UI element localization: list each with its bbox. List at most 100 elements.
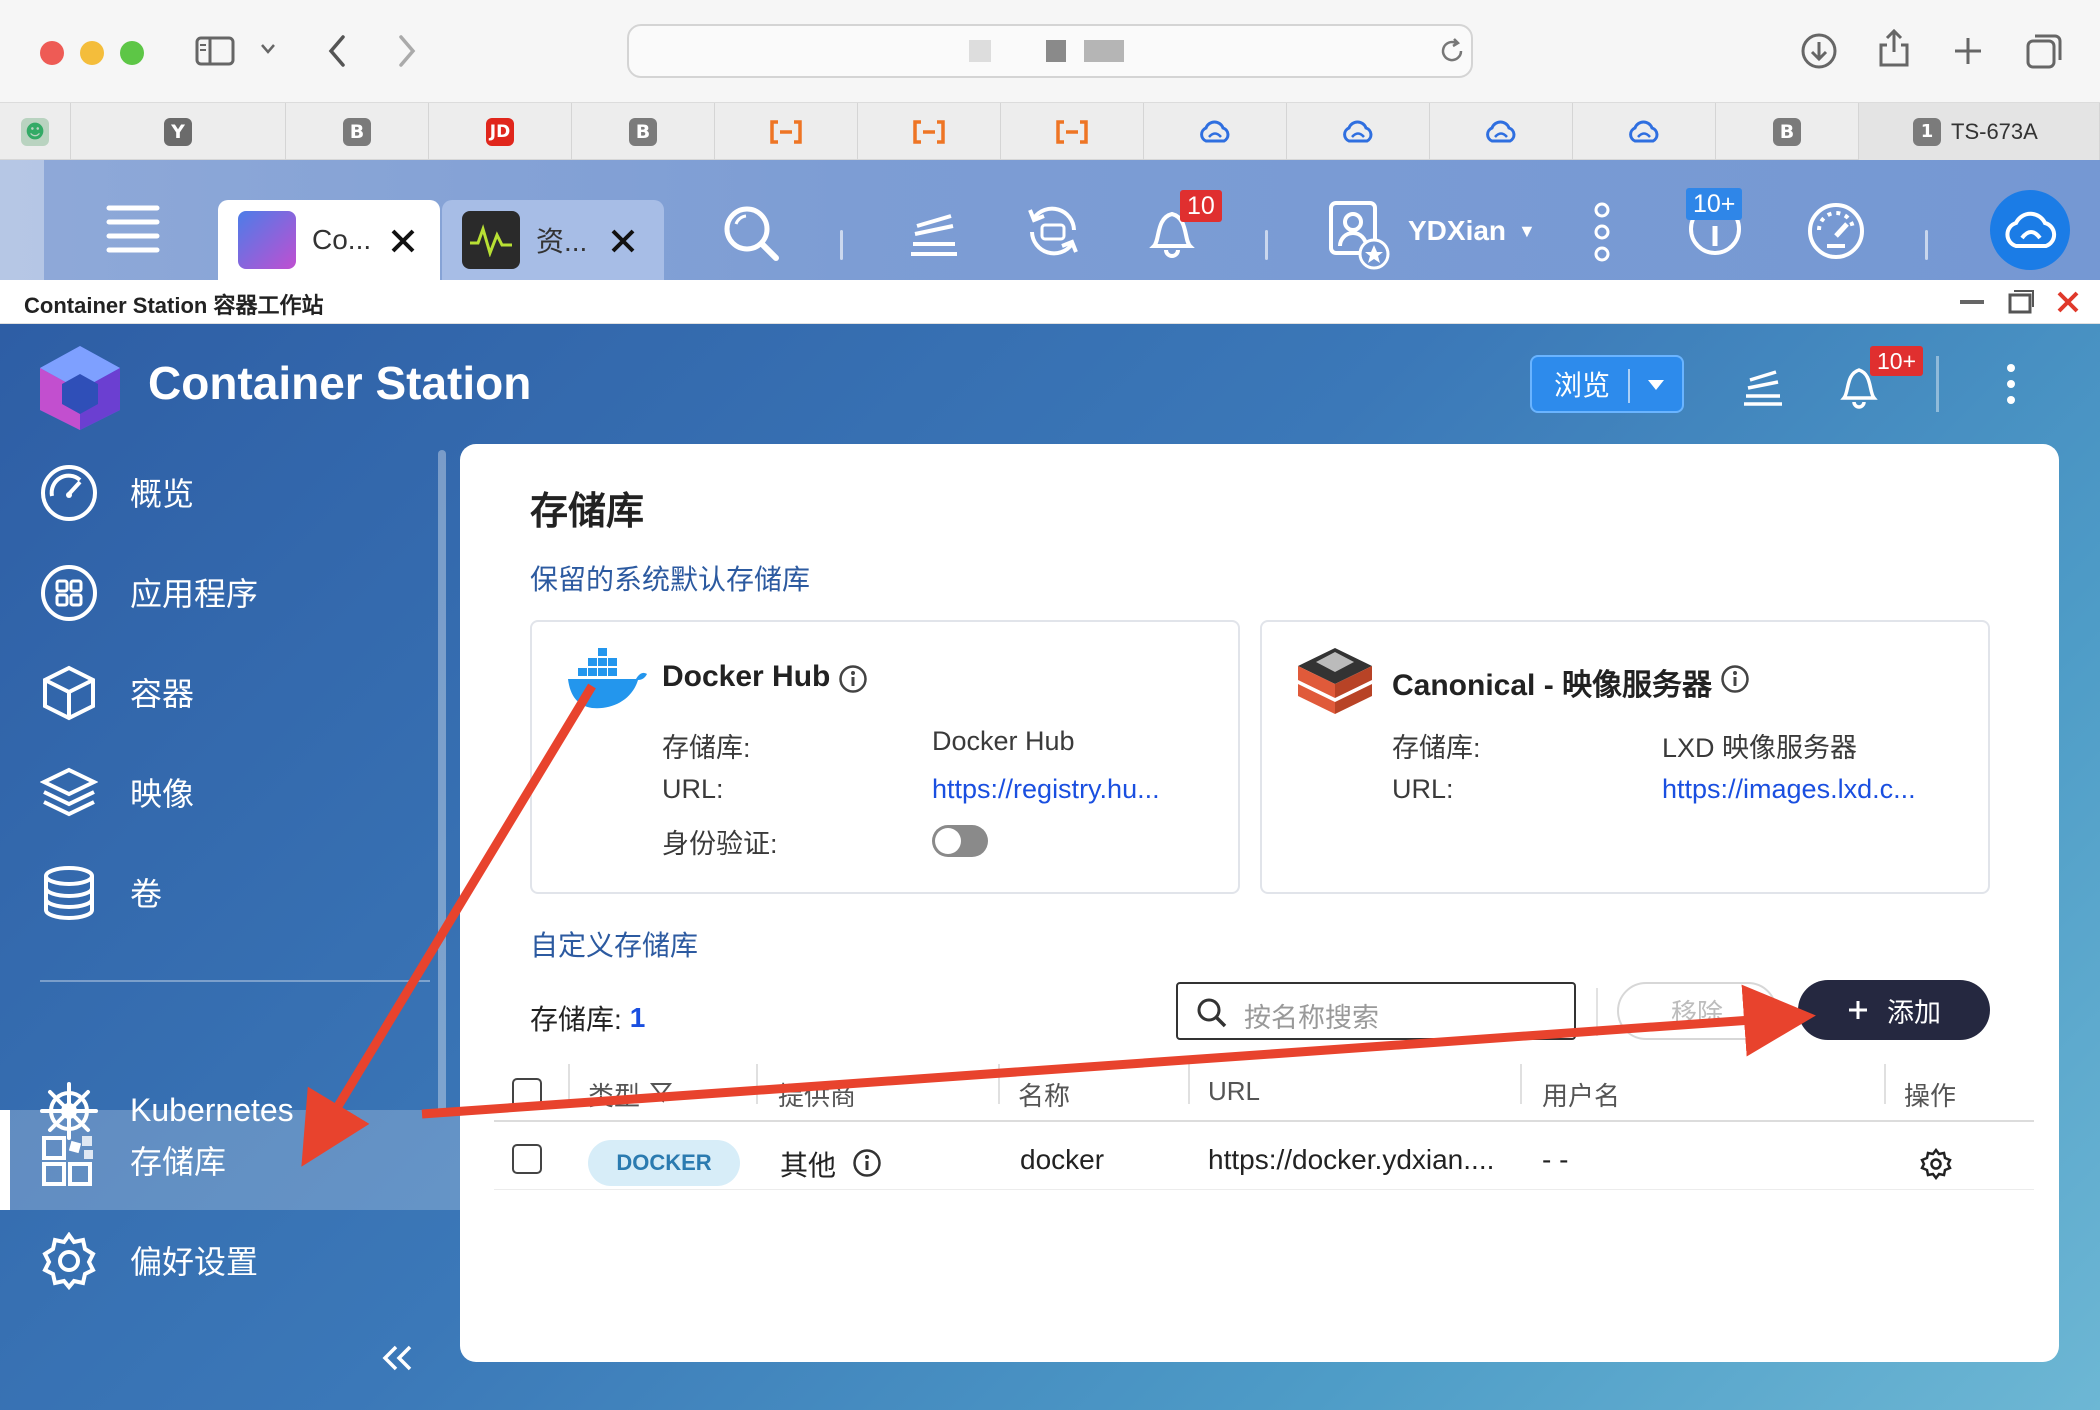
reload-icon[interactable] xyxy=(1437,36,1467,66)
favorite-item[interactable]: Y xyxy=(71,103,286,160)
column-divider xyxy=(1188,1064,1190,1104)
column-divider xyxy=(1884,1064,1886,1104)
layers-icon xyxy=(40,767,98,817)
collapse-sidebar-icon[interactable] xyxy=(380,1344,414,1372)
zoom-window-button[interactable] xyxy=(120,41,144,65)
active-tab[interactable]: 1 TS-673A xyxy=(1859,103,2100,160)
sync-icon[interactable] xyxy=(1022,200,1084,262)
close-icon[interactable] xyxy=(390,228,416,254)
myqnapcloud-icon[interactable] xyxy=(1990,190,2070,270)
column-header-provider[interactable]: 提供商 xyxy=(778,1076,856,1113)
search-icon[interactable] xyxy=(720,202,782,264)
favorite-item[interactable] xyxy=(1001,103,1144,160)
favorite-item[interactable]: ☻ xyxy=(0,103,71,160)
auth-toggle[interactable] xyxy=(932,825,988,857)
favorite-item[interactable]: JD xyxy=(429,103,572,160)
new-tab-icon[interactable] xyxy=(1952,35,1984,67)
chevron-down-icon[interactable] xyxy=(260,42,276,56)
column-header-type[interactable]: 类型 xyxy=(588,1076,640,1113)
close-icon[interactable] xyxy=(610,228,636,254)
info-icon[interactable] xyxy=(1720,664,1750,694)
sidebar-item-containers[interactable]: 容器 xyxy=(0,642,460,742)
favorite-item[interactable] xyxy=(1287,103,1430,160)
gear-icon[interactable] xyxy=(1920,1148,1952,1180)
sidebar-item-images[interactable]: 映像 xyxy=(0,742,460,842)
column-header-name[interactable]: 名称 xyxy=(1018,1076,1070,1113)
database-icon xyxy=(44,866,94,920)
filter-icon[interactable] xyxy=(650,1081,672,1103)
minimize-icon[interactable] xyxy=(1960,300,1984,304)
favorite-item[interactable]: B xyxy=(1716,103,1859,160)
maximize-icon[interactable] xyxy=(2008,289,2034,315)
tab-overview-icon[interactable] xyxy=(2025,32,2063,70)
bracket-orange-icon xyxy=(913,119,945,144)
share-icon[interactable] xyxy=(1877,28,1911,68)
sidebar-item-overview[interactable]: 概览 xyxy=(0,442,460,542)
url-link[interactable]: https://registry.hu... xyxy=(932,774,1160,805)
task-list-icon[interactable] xyxy=(905,204,963,260)
sidebar-item-label: 映像 xyxy=(130,776,195,812)
bilibili-icon: B xyxy=(629,117,657,146)
jd-icon: JD xyxy=(486,117,514,146)
caret-down-icon[interactable] xyxy=(1646,377,1666,393)
close-icon[interactable] xyxy=(2056,290,2080,314)
browse-button[interactable]: 浏览 xyxy=(1530,355,1684,413)
blurred-url-fragment xyxy=(1046,40,1066,62)
canonical-card[interactable]: Canonical - 映像服务器 存储库: LXD 映像服务器 URL: ht… xyxy=(1260,620,1990,894)
docker-whale-icon xyxy=(568,648,647,709)
favorite-item[interactable] xyxy=(1573,103,1716,160)
favorite-item[interactable] xyxy=(1430,103,1573,160)
docker-hub-card[interactable]: Docker Hub 存储库: Docker Hub URL: https://… xyxy=(530,620,1240,894)
taskbar-tab-container-station[interactable]: Co... xyxy=(218,200,440,280)
favorite-item[interactable] xyxy=(715,103,858,160)
info-icon[interactable] xyxy=(852,1148,882,1178)
more-vertical-icon[interactable] xyxy=(2004,362,2018,406)
sidebar-item-preferences[interactable]: 偏好设置 xyxy=(0,1210,460,1310)
sidebar-item-apps[interactable]: 应用程序 xyxy=(0,542,460,642)
info-icon[interactable] xyxy=(838,664,868,694)
type-badge: DOCKER xyxy=(588,1140,740,1186)
user-menu[interactable]: YDXian ▼ xyxy=(1408,215,1536,247)
select-all-checkbox[interactable] xyxy=(512,1078,542,1108)
column-divider xyxy=(998,1064,1000,1104)
sidebar-divider xyxy=(40,980,430,982)
favorite-item[interactable] xyxy=(1144,103,1287,160)
forward-icon[interactable] xyxy=(395,34,419,68)
sidebar-toggle-icon[interactable] xyxy=(195,36,235,66)
sidebar-item-volumes[interactable]: 卷 xyxy=(0,842,460,942)
divider xyxy=(1596,988,1598,1036)
taskbar-tab-resource-monitor[interactable]: 资... xyxy=(442,200,664,280)
close-window-button[interactable] xyxy=(40,41,64,65)
window-titlebar: Container Station 容器工作站 xyxy=(0,280,2100,324)
minimize-window-button[interactable] xyxy=(80,41,104,65)
tab-index-badge: 1 xyxy=(1913,117,1941,146)
bilibili-icon: B xyxy=(1773,117,1801,146)
container-station-app: Container Station 浏览 10+ 概览 应用程序 容器 映像 卷… xyxy=(0,324,2100,1410)
apps-icon xyxy=(41,565,97,621)
window-title: Container Station 容器工作站 xyxy=(24,293,324,318)
favorites-bar: ☻ Y B JD B B 1 TS-673A xyxy=(0,103,2100,160)
more-options-icon[interactable] xyxy=(1592,200,1612,264)
download-icon[interactable] xyxy=(1800,32,1838,70)
task-list-icon[interactable] xyxy=(1740,362,1786,408)
favorite-item[interactable]: B xyxy=(286,103,429,160)
dashboard-gauge-icon[interactable] xyxy=(1805,200,1867,262)
address-bar[interactable] xyxy=(627,24,1473,78)
search-input[interactable]: 按名称搜索 xyxy=(1176,982,1576,1040)
user-avatar-icon[interactable] xyxy=(1328,200,1390,270)
add-button[interactable]: 添加 xyxy=(1798,980,1990,1040)
settings-icon xyxy=(42,1232,96,1290)
repo-label: 存储库: xyxy=(1392,733,1481,763)
main-menu-icon[interactable] xyxy=(105,200,161,256)
favorite-item[interactable] xyxy=(858,103,1001,160)
column-header-username[interactable]: 用户名 xyxy=(1542,1076,1620,1113)
sidebar-item-repository[interactable]: 存储库 xyxy=(0,1110,460,1210)
favorite-item[interactable]: B xyxy=(572,103,715,160)
divider xyxy=(840,230,843,260)
column-divider xyxy=(756,1064,758,1104)
url-link[interactable]: https://images.lxd.c... xyxy=(1662,774,1916,805)
column-header-url[interactable]: URL xyxy=(1208,1076,1260,1107)
back-icon[interactable] xyxy=(325,34,349,68)
row-checkbox[interactable] xyxy=(512,1144,542,1174)
remove-button[interactable]: 移除 xyxy=(1617,982,1777,1040)
